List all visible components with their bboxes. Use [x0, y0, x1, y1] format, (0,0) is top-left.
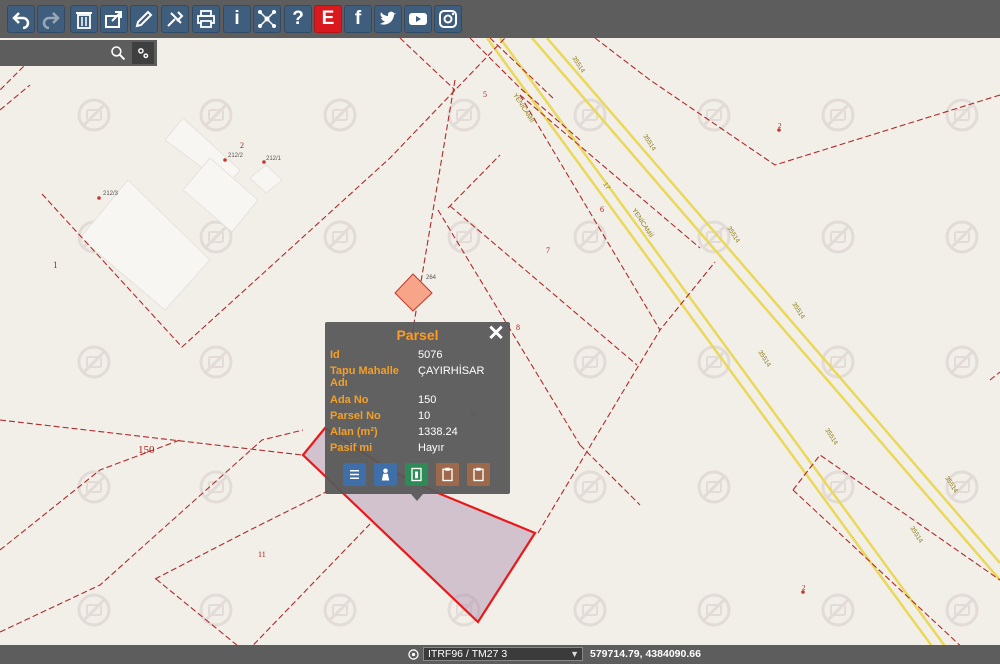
close-button[interactable]: ✕	[486, 322, 506, 345]
chevron-down-icon: ▼	[570, 649, 579, 659]
person-icon	[381, 468, 390, 481]
instagram-button[interactable]	[434, 5, 462, 33]
document-button[interactable]	[405, 463, 428, 486]
buildings	[79, 117, 283, 311]
trash-icon	[76, 12, 92, 29]
tools-icon	[167, 11, 184, 27]
delete-button[interactable]	[70, 5, 98, 33]
parcel-label-2c: 2	[802, 584, 806, 592]
gear-icon	[138, 48, 149, 59]
crs-select[interactable]: ITRF96 / TM27 3 ▼	[423, 647, 583, 661]
popup-value-pasif-mi: Hayır	[418, 442, 445, 454]
parcel-label-7: 7	[546, 246, 550, 255]
facebook-icon: f	[354, 8, 362, 29]
clipboard-icon	[442, 467, 453, 482]
info-icon: i	[234, 8, 240, 29]
network-button[interactable]	[253, 5, 281, 33]
popup-title: Parsel	[396, 327, 439, 343]
edit-button[interactable]	[130, 5, 158, 33]
list-button[interactable]	[343, 463, 366, 486]
building-label-212-3: 212/3	[103, 191, 119, 197]
parcel-label-1: 1	[53, 260, 58, 270]
popup-pointer	[411, 494, 423, 501]
document-icon	[411, 467, 422, 482]
owner-button[interactable]	[374, 463, 397, 486]
close-icon: ✕	[487, 322, 505, 345]
popup-value-tapu-mahalle: ÇAYIRHİSAR	[418, 365, 485, 377]
twitter-button[interactable]	[374, 5, 402, 33]
youtube-icon	[409, 13, 427, 25]
popup-label-pasif-mi: Pasif mi	[330, 442, 373, 454]
help-icon: ?	[292, 8, 304, 29]
popup-label-id: Id	[330, 349, 340, 361]
report-button[interactable]	[436, 463, 459, 486]
parcel-label-5: 5	[483, 90, 487, 99]
coordinate-readout: 579714.79, 4384090.66	[590, 648, 701, 660]
report-button-2[interactable]	[467, 463, 490, 486]
network-icon	[258, 10, 276, 28]
print-button[interactable]	[192, 5, 220, 33]
redo-button[interactable]	[37, 5, 65, 33]
help-button[interactable]: ?	[284, 5, 312, 33]
building-label-264: 264	[426, 275, 437, 281]
settings-button[interactable]	[132, 42, 154, 64]
parcel-label-150: 150	[138, 444, 155, 456]
parcel-label-6: 6	[600, 205, 604, 214]
popup-value-ada-no: 150	[418, 394, 437, 406]
parcel-label-2: 2	[240, 141, 244, 150]
crs-select-value: ITRF96 / TM27 3	[428, 648, 508, 660]
search-icon[interactable]	[110, 45, 126, 61]
facebook-button[interactable]: f	[344, 5, 372, 33]
undo-icon	[12, 12, 30, 29]
info-button[interactable]: i	[223, 5, 251, 33]
clipboard-icon	[473, 467, 484, 482]
undo-button[interactable]	[7, 5, 35, 33]
share-button[interactable]	[100, 5, 128, 33]
list-icon	[350, 470, 359, 479]
road-label-35514-a: 35514	[570, 55, 586, 74]
e-button[interactable]: E	[314, 5, 342, 33]
parcel-popup: Parsel ✕ Id 5076 Tapu Mahalle Adı ÇAYIRH…	[325, 322, 510, 494]
building-label-212-2: 212/2	[228, 153, 244, 159]
crosshair-icon[interactable]	[407, 648, 420, 661]
road-label-35514-e: 35514	[756, 349, 772, 368]
popup-value-alan: 1338.24	[418, 426, 458, 438]
search-input[interactable]	[0, 40, 106, 66]
popup-label-alan: Alan (m²)	[330, 426, 378, 438]
twitter-icon	[380, 11, 396, 25]
parcel-label-2b: 2	[778, 122, 782, 130]
e-icon: E	[321, 8, 335, 29]
popup-label-tapu-mahalle: Tapu Mahalle Adı	[330, 365, 399, 389]
pencil-icon	[135, 10, 153, 28]
popup-label-parsel-no: Parsel No	[330, 410, 381, 422]
popup-label-ada-no: Ada No	[330, 394, 369, 406]
building-label-212-1: 212/1	[266, 156, 282, 162]
popup-value-id: 5076	[418, 349, 443, 361]
search-bar	[0, 40, 157, 66]
print-icon	[197, 10, 215, 28]
popup-value-parsel-no: 10	[418, 410, 431, 422]
parcel-label-11: 11	[258, 550, 266, 559]
instagram-icon	[439, 10, 457, 28]
parcel-label-8: 8	[516, 323, 520, 332]
youtube-button[interactable]	[404, 5, 432, 33]
tools-button[interactable]	[161, 5, 189, 33]
road-label-35514-h: 35514	[908, 525, 924, 544]
road-label-35514-d: 35514	[790, 301, 806, 320]
share-icon	[105, 11, 122, 28]
road-label-35514-f: 35514	[823, 427, 839, 446]
road-label-yenicamii-a: YENİCAMİİ	[511, 91, 537, 124]
status-bar: ITRF96 / TM27 3 ▼ 579714.79, 4384090.66	[0, 645, 1000, 664]
toolbar: i ? E f	[0, 0, 1000, 38]
redo-icon	[42, 12, 60, 29]
